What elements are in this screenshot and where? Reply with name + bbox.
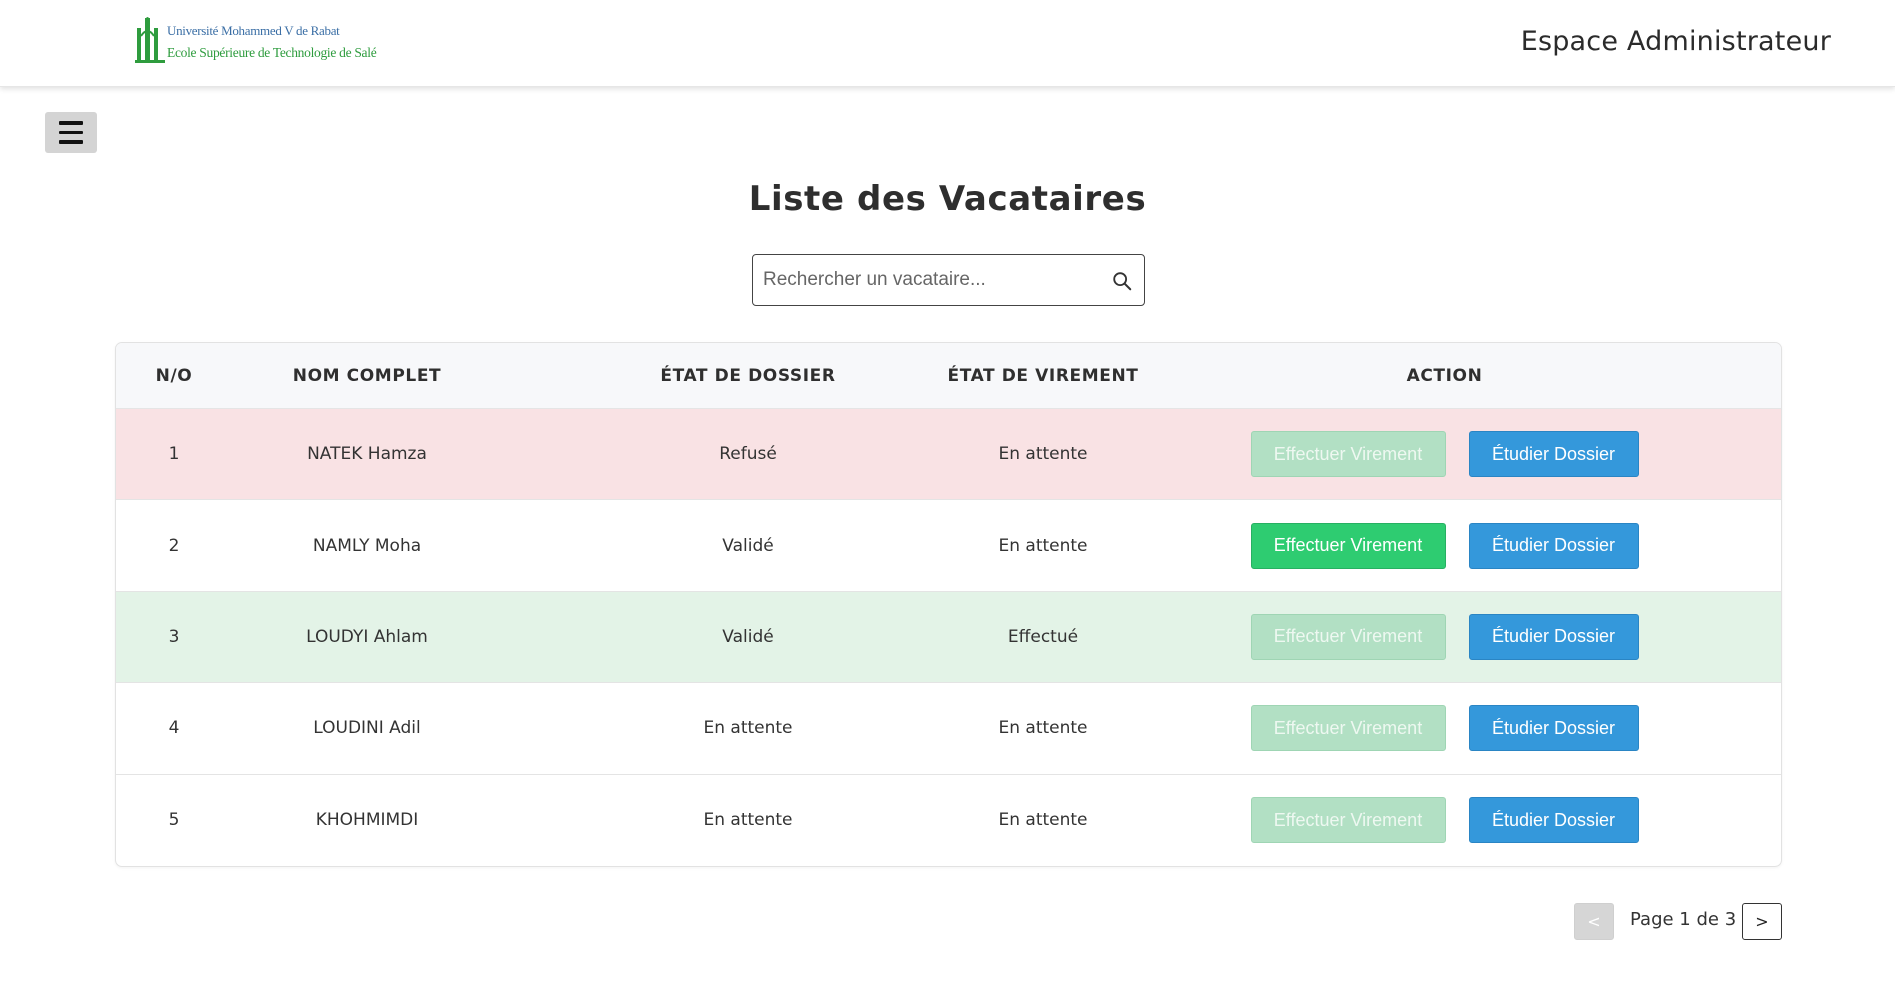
search-input[interactable] [763,255,1103,305]
header-etat-virement: ÉTAT DE VIREMENT [947,366,1139,386]
cell-nom: KHOHMIMDI [315,810,419,831]
menu-toggle-button[interactable] [45,112,97,153]
cell-nom: NAMLY Moha [312,535,422,556]
header-no: N/O [155,366,193,386]
cell-no: 2 [168,535,180,556]
cell-nom: NATEK Hamza [307,444,427,465]
etudier-dossier-button[interactable]: Étudier Dossier [1468,522,1639,569]
cell-no: 5 [168,810,180,831]
cell-etat-dossier: Validé [722,626,774,647]
search-box [752,254,1145,306]
cell-etat-virement: En attente [998,810,1088,831]
effectuer-virement-button[interactable]: Effectuer Virement [1250,797,1446,844]
table-row: 1 NATEK Hamza Refusé En attente Effectue… [116,409,1781,501]
cell-etat-dossier: En attente [703,718,793,739]
cell-actions: Effectuer Virement Étudier Dossier [1146,683,1743,773]
page-title: Liste des Vacataires [748,179,1147,219]
cell-no: 3 [168,626,180,647]
cell-actions: Effectuer Virement Étudier Dossier [1146,500,1743,590]
cell-nom: LOUDYI Ahlam [306,626,428,647]
table-header: N/O NOM COMPLET ÉTAT DE DOSSIER ÉTAT DE … [116,343,1781,409]
cell-no: 4 [168,718,180,739]
cell-actions: Effectuer Virement Étudier Dossier [1146,775,1743,866]
top-header: Université Mohammed V de Rabat Ecole Sup… [0,0,1895,87]
logo-school-name: Ecole Supérieure de Technologie de Salé [167,45,377,60]
university-emblem-icon [135,17,165,63]
cell-etat-virement: En attente [998,535,1088,556]
pagination-prev-button[interactable]: < [1574,903,1614,940]
cell-etat-virement: Effectué [1007,626,1079,647]
pagination-next-button[interactable]: > [1742,903,1782,940]
hamburger-menu-icon [59,130,83,135]
table-body: 1 NATEK Hamza Refusé En attente Effectue… [116,409,1781,866]
cell-etat-dossier: En attente [703,810,793,831]
etudier-dossier-button[interactable]: Étudier Dossier [1468,797,1639,844]
etudier-dossier-button[interactable]: Étudier Dossier [1468,613,1639,660]
header-action: ACTION [1406,366,1483,386]
hamburger-menu-icon [59,121,83,125]
vacataires-table: N/O NOM COMPLET ÉTAT DE DOSSIER ÉTAT DE … [115,342,1782,867]
pagination-status: Page 1 de 3 [1630,909,1737,930]
table-row: 5 KHOHMIMDI En attente En attente Effect… [116,775,1781,866]
search-icon[interactable] [1111,270,1133,292]
cell-nom: LOUDINI Adil [313,718,421,739]
effectuer-virement-button[interactable]: Effectuer Virement [1250,705,1446,752]
etudier-dossier-button[interactable]: Étudier Dossier [1468,431,1639,478]
table-row: 3 LOUDYI Ahlam Validé Effectué Effectuer… [116,591,1781,684]
logo-university-name: Université Mohammed V de Rabat [167,23,340,38]
cell-actions: Effectuer Virement Étudier Dossier [1146,592,1743,682]
effectuer-virement-button[interactable]: Effectuer Virement [1250,431,1446,478]
cell-etat-virement: En attente [998,718,1088,739]
effectuer-virement-button[interactable]: Effectuer Virement [1250,522,1446,569]
cell-etat-dossier: Refusé [719,444,777,465]
university-logo: Université Mohammed V de Rabat Ecole Sup… [135,14,377,66]
etudier-dossier-button[interactable]: Étudier Dossier [1468,705,1639,752]
effectuer-virement-button[interactable]: Effectuer Virement [1250,613,1446,660]
cell-no: 1 [168,444,180,465]
cell-etat-dossier: Validé [722,535,774,556]
table-row: 4 LOUDINI Adil En attente En attente Eff… [116,683,1781,775]
header-title: Espace Administrateur [1520,26,1831,57]
cell-etat-virement: En attente [998,444,1088,465]
header-etat-dossier: ÉTAT DE DOSSIER [660,366,836,386]
table-row: 2 NAMLY Moha Validé En attente Effectuer… [116,500,1781,592]
hamburger-menu-icon [59,140,83,144]
cell-actions: Effectuer Virement Étudier Dossier [1146,409,1743,499]
header-nom-complet: NOM COMPLET [292,366,442,386]
